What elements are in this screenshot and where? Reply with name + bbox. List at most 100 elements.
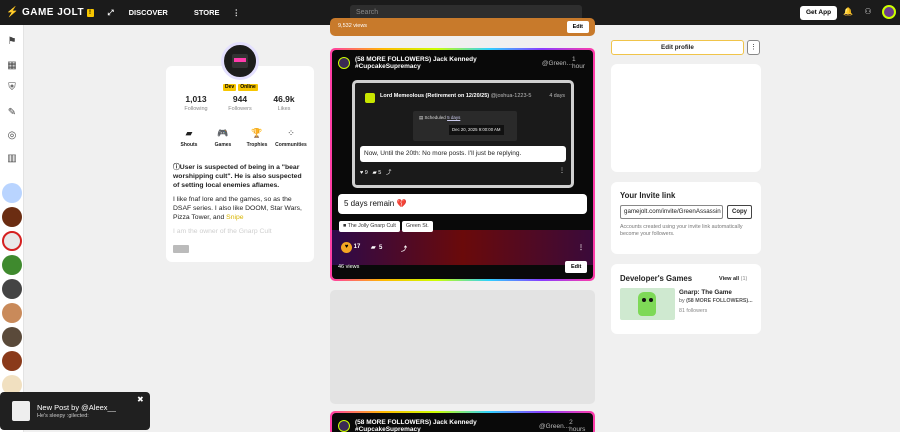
community-avatar[interactable] bbox=[2, 207, 22, 227]
trophy-icon: 🏆 bbox=[251, 128, 263, 138]
post-time: 2 hours bbox=[569, 419, 586, 432]
heart-icon: ♥ bbox=[341, 242, 352, 253]
post-author[interactable]: (58 MORE FOLLOWERS) Jack Kennedy #Cupcak… bbox=[355, 419, 537, 432]
game-title[interactable]: Gnarp: The Game bbox=[679, 289, 732, 296]
inner-more-icon[interactable]: ⋮ bbox=[559, 167, 565, 174]
invite-title: Your Invite link bbox=[620, 191, 676, 200]
invite-note: Accounts created using your invite link … bbox=[620, 224, 743, 237]
previous-post-card: 9,532 views Edit bbox=[330, 18, 595, 36]
heart-icon[interactable]: ♥ bbox=[360, 170, 363, 176]
online-badge: Online bbox=[238, 84, 258, 91]
stat-following[interactable]: 1,013 Following bbox=[171, 94, 221, 112]
stat-followers[interactable]: 944 Followers bbox=[215, 94, 265, 112]
notification-toast[interactable]: New Post by @Aleex__ He's sleepy :gilect… bbox=[0, 392, 150, 430]
store-icon[interactable]: ▦ bbox=[6, 60, 18, 72]
author-avatar[interactable] bbox=[338, 57, 350, 69]
main-nav: ⤢ DISCOVER STORE ⋮ bbox=[108, 8, 253, 18]
profile-bio: ⓘUser is suspected of being in a "bear w… bbox=[173, 164, 302, 235]
community-avatar[interactable] bbox=[2, 303, 22, 323]
copy-button[interactable]: Copy bbox=[727, 205, 752, 219]
calendar-icon: ▤ bbox=[419, 115, 424, 120]
ad-slot-card bbox=[611, 64, 761, 172]
speech-bubble-icon: ▰ bbox=[185, 128, 193, 138]
bell-icon[interactable]: 🔔 bbox=[843, 7, 853, 17]
communities-button[interactable]: ⁘ Communities bbox=[274, 128, 308, 148]
nav-discover[interactable]: ⤢ DISCOVER bbox=[108, 8, 181, 18]
reposted-card[interactable]: Lord Memeolous (Retirement on 12/20/25) … bbox=[352, 80, 574, 188]
warning-icon: ⓘ bbox=[173, 164, 180, 171]
library-icon[interactable]: ◎ bbox=[6, 130, 18, 142]
games-button[interactable]: 🎮 Games bbox=[206, 128, 240, 148]
like-count: 17 bbox=[353, 244, 361, 250]
comment-count: 5 bbox=[378, 245, 383, 251]
bolt-icon: ⚡ bbox=[6, 7, 19, 18]
gamepad-icon: 🎮 bbox=[217, 128, 229, 138]
gamejolt-logo[interactable]: ⚡ GAME JOLT ! bbox=[6, 7, 94, 18]
game-author[interactable]: by (58 MORE FOLLOWERS)... bbox=[679, 298, 753, 304]
profile-badges: Dev Online bbox=[223, 84, 258, 91]
community-avatar[interactable] bbox=[2, 231, 22, 251]
game-thumbnail[interactable] bbox=[620, 288, 675, 320]
community-avatar[interactable] bbox=[2, 255, 22, 275]
edit-post-button[interactable]: Edit bbox=[565, 261, 588, 273]
dev-badge: Dev bbox=[223, 84, 237, 91]
developer-games-title: Developer's Games bbox=[620, 274, 693, 283]
scheduled-days[interactable]: 5 days bbox=[447, 115, 460, 120]
community-avatar[interactable] bbox=[2, 183, 22, 203]
broken-heart-icon: 💔 bbox=[396, 199, 407, 208]
notification-avatar bbox=[12, 401, 30, 421]
like-button[interactable]: ♥ 17 bbox=[341, 242, 360, 253]
invite-link-field[interactable]: gamejolt.com/invite/GreenAssassin bbox=[620, 205, 723, 219]
view-all-link[interactable]: View all (1) bbox=[719, 276, 747, 282]
post-more-icon[interactable]: ⋮ bbox=[578, 244, 584, 251]
loading-post-placeholder bbox=[330, 290, 595, 404]
get-app-button[interactable]: Get App bbox=[800, 6, 838, 20]
comment-icon[interactable]: ▰ bbox=[372, 170, 376, 176]
post-header: (58 MORE FOLLOWERS) Jack Kennedy #Cupcak… bbox=[338, 56, 590, 70]
shouts-button[interactable]: ▰ Shouts bbox=[172, 128, 206, 148]
stat-likes[interactable]: 46.9k Likes bbox=[259, 94, 309, 112]
post-header: (58 MORE FOLLOWERS) Jack Kennedy #Cupcak… bbox=[338, 419, 590, 432]
home-icon[interactable]: ⚑ bbox=[6, 36, 18, 48]
edit-profile-button[interactable]: Edit profile bbox=[611, 40, 744, 55]
inner-comment-count: 5 bbox=[378, 170, 382, 176]
close-icon[interactable]: ✖ bbox=[137, 395, 144, 404]
author-avatar[interactable] bbox=[338, 420, 350, 432]
nav-store[interactable]: STORE bbox=[194, 8, 220, 17]
community-tag[interactable]: ■ The Jolly Gnarp Cult bbox=[339, 221, 400, 232]
shield-icon[interactable]: ⛨ bbox=[6, 82, 18, 94]
inner-time: 4 days bbox=[549, 93, 565, 99]
post-author[interactable]: (58 MORE FOLLOWERS) Jack Kennedy #Cupcak… bbox=[355, 56, 540, 70]
logo-text: GAME JOLT bbox=[21, 7, 85, 18]
stats-icon[interactable]: ▥ bbox=[6, 153, 18, 165]
community-avatar[interactable] bbox=[2, 351, 22, 371]
channel-tag[interactable]: Green St. bbox=[402, 221, 433, 232]
inner-author[interactable]: Lord Memeolous (Retirement on 12/20/25) bbox=[380, 93, 489, 99]
community-avatar[interactable] bbox=[2, 327, 22, 347]
post-body: 5 days remain 💔 bbox=[338, 194, 587, 214]
user-avatar[interactable] bbox=[882, 5, 896, 19]
communities-icon: ⁘ bbox=[287, 128, 295, 138]
more-menu-icon[interactable]: ⋮ bbox=[233, 8, 241, 17]
post-handle[interactable]: @Green... bbox=[539, 423, 569, 430]
quest-icon[interactable]: ✎ bbox=[6, 107, 18, 119]
inner-like-count: 9 bbox=[364, 170, 368, 176]
profile-options-button[interactable]: ⋮ bbox=[747, 40, 760, 55]
post-time: 1 hour bbox=[571, 56, 585, 70]
share-icon[interactable]: ⤴ bbox=[401, 244, 407, 253]
compass-icon: ⤢ bbox=[107, 7, 116, 17]
community-avatar[interactable] bbox=[2, 279, 22, 299]
inner-author-avatar[interactable] bbox=[365, 93, 375, 103]
comment-button[interactable]: ▰ 5 bbox=[371, 244, 382, 251]
inner-handle[interactable]: @joshua-1223-5 bbox=[491, 93, 532, 99]
notification-title: New Post by @Aleex__ bbox=[37, 403, 116, 412]
friends-icon[interactable]: ⚇ bbox=[863, 7, 873, 17]
reposted-text: Now, Until the 20th: No more posts. I'll… bbox=[360, 146, 566, 162]
profile-avatar[interactable] bbox=[221, 42, 259, 80]
share-icon[interactable]: ⤴ bbox=[386, 170, 392, 176]
show-more-button[interactable] bbox=[173, 245, 189, 253]
left-rail: ⚑ ▦ ⛨ ✎ ◎ ▥ bbox=[0, 25, 24, 432]
trophies-button[interactable]: 🏆 Trophies bbox=[240, 128, 274, 148]
edit-post-button[interactable]: Edit bbox=[566, 21, 589, 33]
post-handle[interactable]: @Green... bbox=[542, 60, 572, 67]
